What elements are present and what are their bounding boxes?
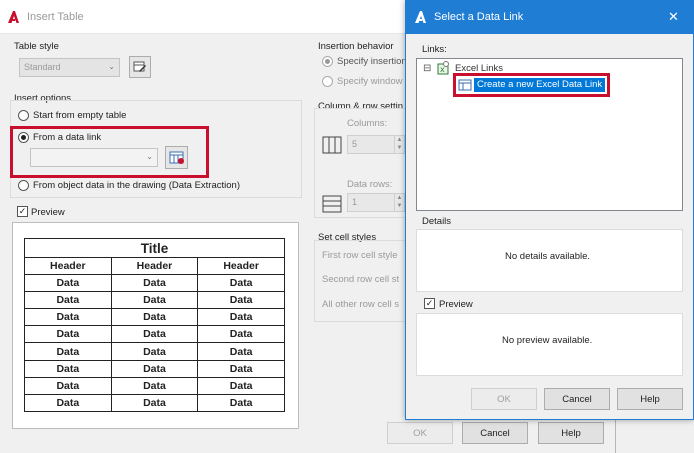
preview-data-cell: Data [110, 376, 199, 395]
radio-specify-insertion-point-label[interactable]: Specify insertion [337, 56, 407, 67]
preview-data-cell: Data [24, 308, 112, 327]
preview-data-row: Data Data Data [24, 274, 285, 293]
data-link-cancel-button[interactable]: Cancel [544, 388, 610, 410]
table-style-select[interactable]: Standard ⌄ [19, 58, 120, 77]
data-link-ok-button[interactable]: OK [471, 388, 537, 410]
links-label: Links: [422, 44, 447, 55]
preview-table: Title Header Header Header Data Data Data … [24, 238, 285, 412]
radio-empty-table[interactable] [18, 110, 29, 121]
close-icon[interactable]: ✕ [668, 9, 679, 25]
excel-links-folder-icon: x [437, 61, 449, 75]
data-link-preview-panel: No preview available. [416, 313, 683, 376]
insert-table-help-button[interactable]: Help [538, 422, 604, 444]
preview-data-cell: Data [197, 376, 285, 395]
spinner-arrows-icon[interactable]: ▲ ▼ [394, 136, 404, 153]
preview-data-cell: Data [24, 325, 112, 344]
preview-data-row: Data Data Data [24, 359, 285, 378]
insert-table-title: Insert Table [27, 11, 84, 23]
preview-data-cell: Data [197, 359, 285, 378]
columns-label: Columns: [347, 118, 388, 129]
preview-data-cell: Data [110, 359, 199, 378]
radio-specify-insertion-point[interactable] [322, 56, 333, 67]
preview-data-cell: Data [110, 291, 199, 310]
chevron-down-icon: ⌄ [108, 62, 115, 71]
links-tree[interactable]: ⊟ x Excel Links Create a new Excel Data … [416, 58, 683, 211]
launch-table-style-dialog-button[interactable] [129, 56, 151, 78]
autocad-logo-icon [8, 11, 19, 23]
highlight-data-link-option [10, 126, 209, 178]
radio-specify-window[interactable] [322, 76, 333, 87]
data-link-title: Select a Data Link [434, 11, 524, 23]
table-style-label: Table style [14, 41, 59, 52]
radio-empty-table-label[interactable]: Start from empty table [33, 110, 126, 121]
first-row-cell-style-label: First row cell style [322, 250, 398, 261]
data-rows-label: Data rows: [347, 179, 393, 190]
details-panel: No details available. [416, 229, 683, 292]
preview-data-cell: Data [110, 308, 199, 327]
preview-data-row: Data Data Data [24, 308, 285, 327]
preview-title-cell: Title [24, 238, 285, 258]
preview-data-cell: Data [24, 393, 112, 412]
tree-collapse-icon[interactable]: ⊟ [423, 63, 431, 74]
preview-data-cell: Data [110, 342, 199, 361]
preview-data-row: Data Data Data [24, 376, 285, 395]
preview-data-cell: Data [197, 342, 285, 361]
radio-specify-window-label[interactable]: Specify window [337, 76, 402, 87]
preview-data-cell: Data [24, 376, 112, 395]
columns-spinner[interactable]: 5 ▲ ▼ [347, 135, 405, 154]
preview-checkbox-label[interactable]: Preview [31, 207, 65, 218]
insert-table-cancel-button[interactable]: Cancel [462, 422, 528, 444]
preview-data-cell: Data [197, 274, 285, 293]
radio-object-data-label[interactable]: From object data in the drawing (Data Ex… [33, 180, 240, 191]
preview-header-cell: Header [24, 256, 112, 276]
data-link-help-button[interactable]: Help [617, 388, 683, 410]
other-row-cell-style-label: All other row cell s [322, 299, 400, 310]
details-label: Details [422, 216, 452, 227]
preview-data-row: Data Data Data [24, 325, 285, 344]
preview-data-cell: Data [197, 291, 285, 310]
preview-data-row: Data Data Data [24, 393, 285, 412]
preview-data-cell: Data [24, 359, 112, 378]
preview-header-cell: Header [110, 256, 199, 276]
rows-icon [322, 195, 342, 213]
data-rows-spinner[interactable]: 1 ▲ ▼ [347, 193, 405, 212]
second-row-cell-style-label: Second row cell st [322, 274, 400, 285]
preview-data-cell: Data [197, 308, 285, 327]
data-link-preview-text: No preview available. [502, 335, 593, 346]
preview-data-cell: Data [110, 393, 199, 412]
details-text: No details available. [505, 251, 591, 262]
select-data-link-dialog: Select a Data Link ✕ Links: ⊟ x Excel Li… [405, 0, 694, 420]
preview-data-cell: Data [24, 342, 112, 361]
preview-data-row: Data Data Data [24, 342, 285, 361]
preview-data-cell: Data [197, 393, 285, 412]
preview-data-cell: Data [197, 325, 285, 344]
preview-data-cell: Data [110, 325, 199, 344]
columns-icon [322, 136, 342, 154]
radio-object-data[interactable] [18, 180, 29, 191]
preview-data-cell: Data [24, 274, 112, 293]
insert-table-ok-button[interactable]: OK [387, 422, 453, 444]
data-link-title-bar[interactable]: Select a Data Link ✕ [406, 1, 693, 34]
spinner-arrows-icon[interactable]: ▲ ▼ [394, 194, 404, 211]
highlight-create-data-link [453, 73, 610, 97]
data-link-preview-checkbox[interactable]: ✓ [424, 298, 435, 309]
table-style-edit-icon [133, 61, 146, 72]
preview-header-cell: Header [197, 256, 285, 276]
insertion-behavior-label: Insertion behavior [318, 41, 394, 52]
preview-checkbox[interactable]: ✓ [17, 206, 28, 217]
preview-data-cell: Data [24, 291, 112, 310]
preview-data-cell: Data [110, 274, 199, 293]
preview-data-row: Data Data Data [24, 291, 285, 310]
data-link-preview-label[interactable]: Preview [439, 299, 473, 310]
autocad-logo-icon [415, 11, 426, 23]
